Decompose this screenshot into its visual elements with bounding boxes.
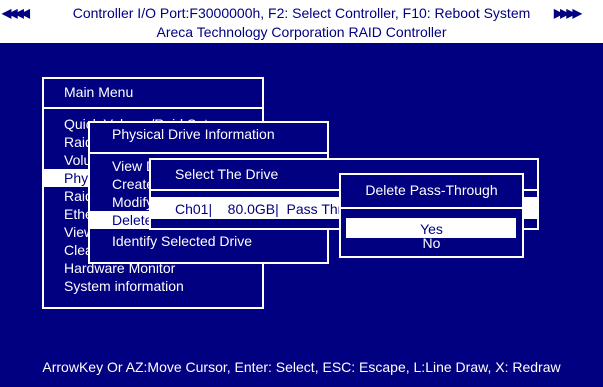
physical-drive-title: Physical Drive Information: [112, 126, 275, 142]
status-bar: ArrowKey Or AZ:Move Cursor, Enter: Selec…: [42, 359, 561, 375]
menu-item-system-info[interactable]: System information: [64, 277, 184, 295]
controller-title: Areca Technology Corporation RAID Contro…: [156, 24, 447, 40]
controller-info: Controller I/O Port:F3000000h, F2: Selec…: [72, 5, 531, 21]
menu-item-identify-drive[interactable]: Identify Selected Drive: [112, 232, 252, 250]
no-option[interactable]: No: [341, 234, 522, 252]
physical-drive-divider: [90, 152, 327, 154]
delete-pass-title: Delete Pass-Through: [365, 182, 498, 198]
select-drive-title: Select The Drive: [175, 166, 279, 182]
main-menu-title: Main Menu: [64, 84, 134, 100]
main-menu-divider: [44, 107, 262, 109]
right-arrows-icon: ▶▶▶▶: [554, 6, 582, 20]
delete-pass-dialog: Delete Pass-Through Yes No: [339, 173, 524, 258]
header-bar: ◀◀◀◀ Controller I/O Port:F3000000h, F2: …: [0, 0, 603, 43]
delete-pass-divider: [341, 207, 522, 209]
